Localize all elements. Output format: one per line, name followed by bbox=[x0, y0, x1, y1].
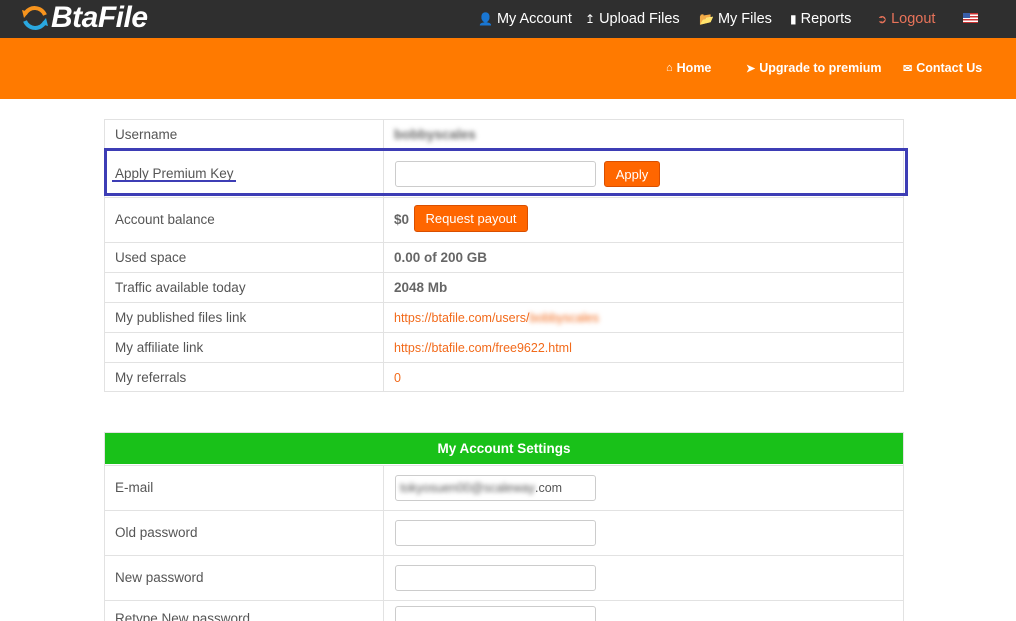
brand-name: BtaFile bbox=[51, 1, 148, 34]
user-icon: 👤 bbox=[478, 12, 493, 26]
rocket-icon: ➤ bbox=[746, 62, 756, 75]
table-row: E-mail tokyosuen00@scaleway .com bbox=[105, 465, 903, 510]
nav-logout[interactable]: ➲ Logout bbox=[877, 0, 935, 38]
used-space-label: Used space bbox=[115, 250, 187, 265]
nav-my-files[interactable]: 📂 My Files bbox=[699, 0, 772, 38]
envelope-icon: ✉ bbox=[903, 62, 913, 75]
email-label: E-mail bbox=[115, 480, 154, 495]
retype-password-label: Retype New password bbox=[115, 611, 251, 621]
referrals-value[interactable]: 0 bbox=[394, 371, 401, 385]
published-files-link[interactable]: https://btafile.com/users/bobbyscales bbox=[394, 311, 599, 325]
nav-upload-files[interactable]: ↥ Upload Files bbox=[585, 0, 680, 38]
username-value: bobbyscales bbox=[394, 127, 476, 142]
upload-icon: ↥ bbox=[585, 12, 596, 26]
nav-my-files-label: My Files bbox=[717, 11, 772, 27]
subnav-contact[interactable]: ✉ Contact Us bbox=[903, 61, 982, 75]
subnav-home-label: Home bbox=[676, 61, 712, 75]
table-row: New password bbox=[105, 555, 903, 600]
referrals-label: My referrals bbox=[115, 370, 187, 385]
sign-out-icon: ➲ bbox=[877, 12, 888, 26]
table-row: My published files link https://btafile.… bbox=[105, 302, 903, 332]
old-password-label: Old password bbox=[115, 525, 198, 540]
balance-label: Account balance bbox=[115, 212, 215, 227]
folder-icon: 📂 bbox=[699, 12, 714, 26]
premium-key-highlight bbox=[104, 148, 908, 196]
published-link-prefix: https://btafile.com/users/ bbox=[394, 311, 530, 325]
table-row: My affiliate link https://btafile.com/fr… bbox=[105, 332, 903, 362]
traffic-value: 2048 Mb bbox=[394, 280, 448, 295]
table-row: My referrals 0 bbox=[105, 362, 903, 392]
balance-value: $0 bbox=[394, 212, 410, 227]
new-password-input[interactable] bbox=[395, 565, 596, 591]
signal-bars-icon: ▮ bbox=[790, 12, 797, 26]
email-field[interactable]: tokyosuen00@scaleway .com bbox=[395, 475, 596, 501]
table-row: Retype New password bbox=[105, 600, 903, 621]
top-navbar: BtaFile 👤 My Account ↥ Upload Files 📂 My… bbox=[0, 0, 1016, 38]
sub-navbar: ⌂ Home ➤ Upgrade to premium ✉ Contact Us bbox=[0, 38, 1016, 99]
logo[interactable]: BtaFile bbox=[20, 1, 148, 34]
settings-header: My Account Settings bbox=[105, 433, 903, 464]
retype-password-input[interactable] bbox=[395, 606, 596, 621]
published-files-label: My published files link bbox=[115, 310, 247, 325]
nav-reports[interactable]: ▮ Reports bbox=[790, 0, 851, 38]
new-password-label: New password bbox=[115, 570, 204, 585]
used-space-value: 0.00 of 200 GB bbox=[394, 250, 488, 265]
subnav-contact-label: Contact Us bbox=[916, 61, 983, 75]
table-row: Used space 0.00 of 200 GB bbox=[105, 242, 903, 272]
table-row: Username bobbyscales bbox=[105, 120, 903, 150]
subnav-upgrade[interactable]: ➤ Upgrade to premium bbox=[746, 61, 881, 75]
request-payout-button[interactable]: Request payout bbox=[414, 205, 528, 232]
username-label: Username bbox=[115, 127, 178, 142]
email-blurred-text: tokyosuen00@scaleway bbox=[400, 481, 535, 495]
nav-my-account-label: My Account bbox=[496, 11, 572, 27]
subnav-home[interactable]: ⌂ Home bbox=[666, 61, 711, 75]
published-link-user: bobbyscales bbox=[529, 311, 599, 325]
subnav-upgrade-label: Upgrade to premium bbox=[759, 61, 882, 75]
affiliate-link[interactable]: https://btafile.com/free9622.html bbox=[394, 341, 572, 355]
nav-upload-label: Upload Files bbox=[599, 11, 680, 27]
table-row: Traffic available today 2048 Mb bbox=[105, 272, 903, 302]
premium-key-underline bbox=[112, 180, 236, 182]
us-flag-icon[interactable] bbox=[963, 13, 978, 23]
email-suffix: .com bbox=[535, 481, 563, 495]
old-password-input[interactable] bbox=[395, 520, 596, 546]
affiliate-label: My affiliate link bbox=[115, 340, 204, 355]
nav-my-account[interactable]: 👤 My Account bbox=[478, 0, 572, 38]
refresh-logo-icon bbox=[22, 6, 48, 30]
nav-logout-label: Logout bbox=[891, 11, 936, 27]
table-row: Account balance $0 Request payout bbox=[105, 197, 903, 242]
home-icon: ⌂ bbox=[666, 62, 673, 74]
table-row: Old password bbox=[105, 510, 903, 555]
nav-reports-label: Reports bbox=[800, 11, 852, 27]
traffic-label: Traffic available today bbox=[115, 280, 246, 295]
